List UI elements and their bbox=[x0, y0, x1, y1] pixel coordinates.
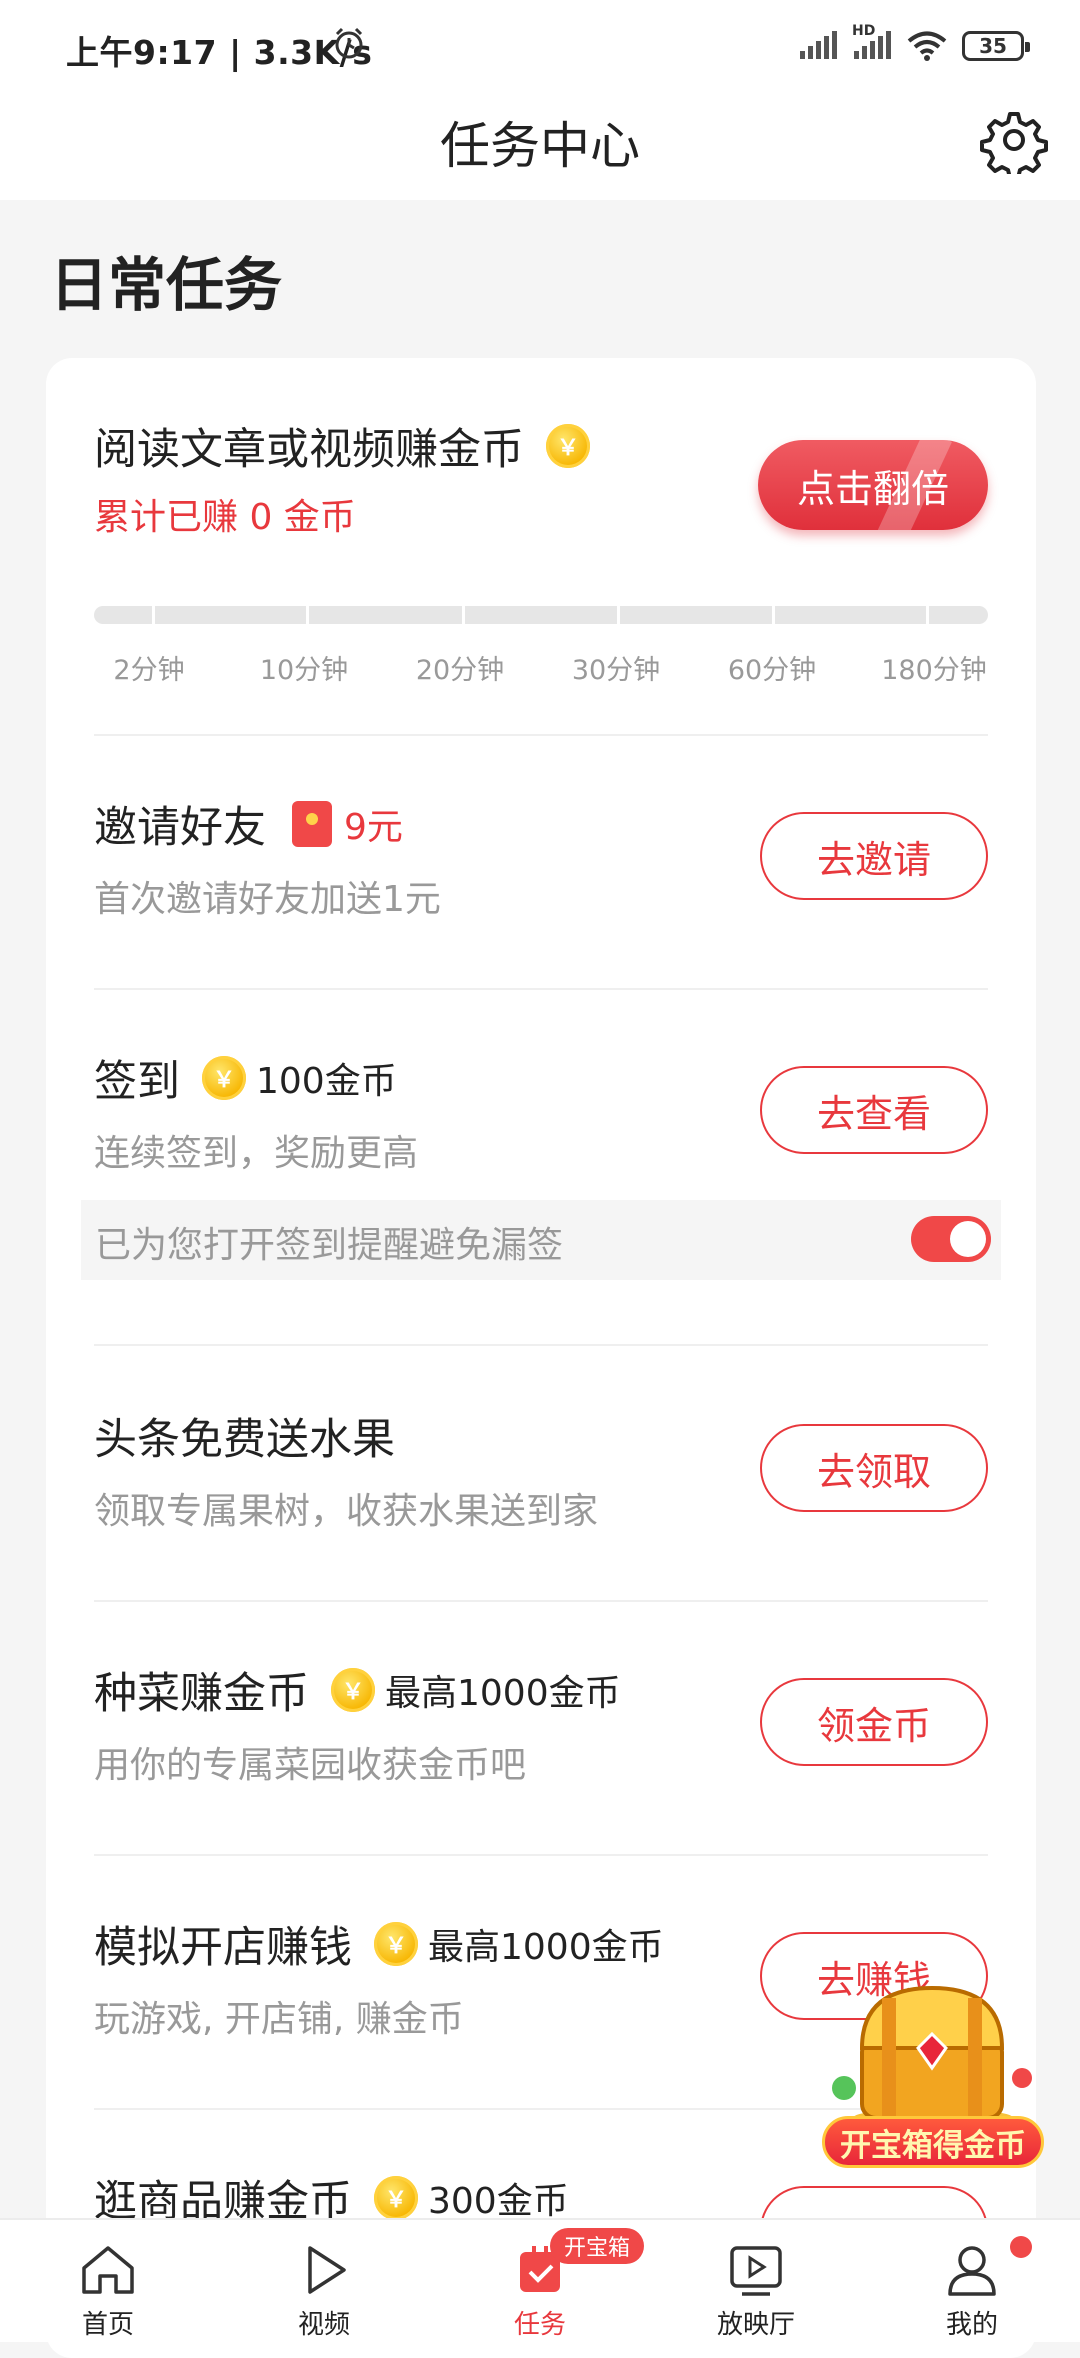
task-reward: 100金币 bbox=[256, 1061, 397, 1102]
notification-dot bbox=[1010, 2236, 1032, 2258]
bottom-nav: 首页 视频 任务 开宝箱 放映厅 我的 bbox=[0, 2218, 1080, 2342]
app-header: 任务中心 bbox=[0, 92, 1080, 200]
user-icon bbox=[948, 2246, 996, 2296]
nav-profile[interactable]: 我的 bbox=[872, 2220, 1072, 2342]
nav-label: 任务 bbox=[513, 2310, 566, 2340]
task-title: 阅读文章或视频赚金币 bbox=[94, 425, 524, 475]
progress-separator bbox=[306, 606, 309, 624]
nav-label: 我的 bbox=[945, 2310, 998, 2340]
coin-icon: ￥ bbox=[546, 424, 590, 468]
home-icon bbox=[82, 2246, 134, 2294]
checkin-reminder-row: 已为您打开签到提醒避免漏签 bbox=[81, 1200, 1001, 1280]
page-title: 任务中心 bbox=[440, 117, 640, 175]
milestone-label: 30分钟 bbox=[571, 655, 661, 686]
nav-video[interactable]: 视频 bbox=[224, 2220, 424, 2342]
nav-label: 视频 bbox=[297, 2310, 350, 2340]
task-title: 种菜赚金币 bbox=[94, 1669, 309, 1719]
divider bbox=[94, 1854, 988, 1856]
double-reward-button[interactable]: 点击翻倍 bbox=[758, 440, 988, 530]
coin-icon: ￥ bbox=[374, 2176, 418, 2220]
view-checkin-button[interactable]: 去查看 bbox=[760, 1066, 988, 1154]
coin-icon: ￥ bbox=[331, 1668, 375, 1712]
divider bbox=[94, 734, 988, 736]
milestone-label: 20分钟 bbox=[415, 655, 505, 686]
nav-tasks[interactable]: 任务 开宝箱 bbox=[440, 2220, 645, 2342]
nav-theater[interactable]: 放映厅 bbox=[656, 2220, 856, 2342]
task-title: 签到 bbox=[94, 1057, 180, 1107]
collect-coins-button[interactable]: 领金币 bbox=[760, 1678, 988, 1766]
task-invite: 邀请好友 9元 首次邀请好友加送1元 去邀请 bbox=[94, 796, 988, 920]
progress-separator bbox=[152, 606, 155, 624]
invite-button[interactable]: 去邀请 bbox=[760, 812, 988, 900]
task-reward: 最高1000金币 bbox=[428, 1927, 664, 1968]
milestone-label: 180分钟 bbox=[881, 655, 987, 686]
task-garden: 种菜赚金币 ￥ 最高1000金币 用你的专属菜园收获金币吧 领金币 bbox=[94, 1662, 988, 1786]
red-envelope-icon bbox=[292, 801, 332, 847]
progress-milestones: 2分钟 10分钟 20分钟 30分钟 60分钟 180分钟 bbox=[94, 648, 988, 688]
coin-icon: ￥ bbox=[374, 1922, 418, 1966]
milestone-label: 2分钟 bbox=[113, 655, 185, 686]
divider bbox=[94, 1600, 988, 1602]
treasure-chest-widget[interactable]: 开宝箱得金币 bbox=[822, 1978, 1044, 2168]
reminder-text: 已为您打开签到提醒避免漏签 bbox=[95, 1225, 564, 1266]
nav-home[interactable]: 首页 bbox=[8, 2220, 208, 2342]
progress-separator bbox=[926, 606, 929, 624]
task-title: 头条免费送水果 bbox=[94, 1415, 395, 1465]
alarm-icon bbox=[335, 27, 363, 59]
gear-icon[interactable] bbox=[980, 106, 1048, 174]
status-icons: HD 35 bbox=[798, 23, 1030, 68]
play-icon bbox=[308, 2246, 346, 2294]
signal-icon bbox=[800, 31, 837, 59]
progress-separator bbox=[617, 606, 620, 624]
treasure-label: 开宝箱得金币 bbox=[822, 2116, 1044, 2168]
signal-hd-icon: HD bbox=[852, 23, 892, 61]
task-fruit: 头条免费送水果 领取专属果树，收获水果送到家 去领取 bbox=[94, 1408, 988, 1532]
coin-icon: ￥ bbox=[202, 1056, 246, 1100]
reminder-toggle[interactable] bbox=[911, 1216, 991, 1262]
task-reward: 最高1000金币 bbox=[385, 1673, 621, 1714]
status-bar: 上午9:17 | 3.3K/s HD 35 bbox=[0, 0, 1080, 92]
progress-separator bbox=[462, 606, 465, 624]
nav-badge: 开宝箱 bbox=[550, 2228, 645, 2264]
divider bbox=[94, 988, 988, 990]
task-read: 阅读文章或视频赚金币 ￥ 累计已赚 0 金币 点击翻倍 bbox=[94, 418, 988, 538]
task-title: 邀请好友 bbox=[94, 803, 266, 853]
milestone-label: 60分钟 bbox=[727, 655, 817, 686]
milestone-label: 10分钟 bbox=[259, 655, 349, 686]
task-reward: 9元 bbox=[344, 807, 403, 848]
task-checkin: 签到 ￥ 100金币 连续签到，奖励更高 去查看 bbox=[94, 1050, 988, 1174]
nav-label: 首页 bbox=[81, 2310, 134, 2340]
task-title: 模拟开店赚钱 bbox=[94, 1923, 352, 1973]
treasure-chest-icon bbox=[832, 1985, 1032, 2128]
theater-icon bbox=[730, 2246, 782, 2296]
wifi-icon bbox=[907, 31, 947, 61]
status-time: 上午9:17 | 3.3K/s bbox=[66, 33, 373, 72]
progress-separator bbox=[772, 606, 775, 624]
battery-indicator: 35 bbox=[962, 31, 1030, 61]
task-reward: 300金币 bbox=[428, 2181, 569, 2222]
reading-progress-bar bbox=[94, 606, 988, 624]
nav-label: 放映厅 bbox=[716, 2310, 795, 2340]
divider bbox=[94, 1344, 988, 1346]
claim-fruit-button[interactable]: 去领取 bbox=[760, 1424, 988, 1512]
section-title: 日常任务 bbox=[50, 251, 283, 319]
